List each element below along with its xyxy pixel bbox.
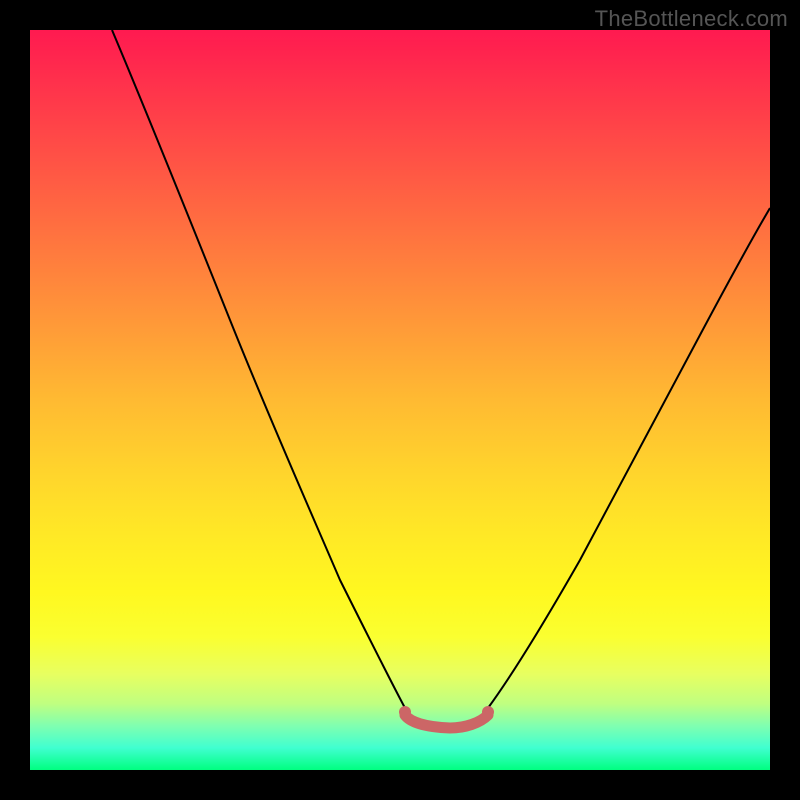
left-branch-line	[112, 30, 405, 708]
curve-layer	[30, 30, 770, 770]
watermark-text: TheBottleneck.com	[595, 6, 788, 32]
left-endpoint-marker	[399, 706, 411, 718]
valley-floor-line	[405, 715, 488, 728]
chart-container: TheBottleneck.com	[0, 0, 800, 800]
right-endpoint-marker	[482, 706, 494, 718]
plot-area	[30, 30, 770, 770]
right-branch-line	[488, 208, 770, 708]
